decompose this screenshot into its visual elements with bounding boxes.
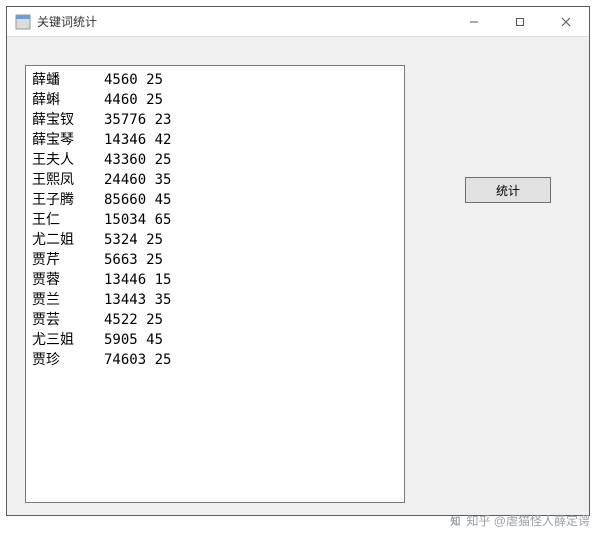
list-item-name: 贾兰 (32, 290, 104, 310)
screenshot-root: 关键词统计 薛蟠4560 25薛蝌4460 25薛宝钗35776 23薛宝琴14… (0, 0, 600, 533)
list-item[interactable]: 贾兰13443 35 (32, 290, 398, 310)
list-item[interactable]: 王熙凤24460 35 (32, 170, 398, 190)
app-window: 关键词统计 薛蟠4560 25薛蝌4460 25薛宝钗35776 23薛宝琴14… (6, 6, 590, 516)
list-item-name: 贾芹 (32, 250, 104, 270)
list-item-name: 薛蝌 (32, 90, 104, 110)
list-item[interactable]: 王子腾85660 45 (32, 190, 398, 210)
close-button[interactable] (543, 7, 589, 37)
list-item-values: 85660 45 (104, 190, 398, 210)
list-item-name: 贾珍 (32, 350, 104, 370)
minimize-button[interactable] (451, 7, 497, 37)
list-item[interactable]: 贾芸4522 25 (32, 310, 398, 330)
list-item-values: 5324 25 (104, 230, 398, 250)
list-item[interactable]: 尤三姐5905 45 (32, 330, 398, 350)
list-item[interactable]: 薛蝌4460 25 (32, 90, 398, 110)
list-item-values: 14346 42 (104, 130, 398, 150)
list-item[interactable]: 薛宝钗35776 23 (32, 110, 398, 130)
list-item-values: 13443 35 (104, 290, 398, 310)
list-item-values: 4460 25 (104, 90, 398, 110)
list-item-name: 薛宝琴 (32, 130, 104, 150)
list-item-values: 43360 25 (104, 150, 398, 170)
stat-button-label: 统计 (496, 182, 520, 199)
list-item-values: 13446 15 (104, 270, 398, 290)
list-item-values: 15034 65 (104, 210, 398, 230)
list-item[interactable]: 薛蟠4560 25 (32, 70, 398, 90)
list-item[interactable]: 贾珍74603 25 (32, 350, 398, 370)
list-item-name: 薛宝钗 (32, 110, 104, 130)
list-item-name: 薛蟠 (32, 70, 104, 90)
list-item[interactable]: 贾芹5663 25 (32, 250, 398, 270)
maximize-icon (515, 17, 525, 27)
list-item-name: 贾芸 (32, 310, 104, 330)
list-item-name: 贾蓉 (32, 270, 104, 290)
stat-button[interactable]: 统计 (465, 177, 551, 203)
titlebar: 关键词统计 (7, 7, 589, 37)
list-item-values: 5905 45 (104, 330, 398, 350)
list-item-values: 35776 23 (104, 110, 398, 130)
list-item[interactable]: 薛宝琴14346 42 (32, 130, 398, 150)
list-item-name: 王夫人 (32, 150, 104, 170)
client-area: 薛蟠4560 25薛蝌4460 25薛宝钗35776 23薛宝琴14346 42… (7, 37, 589, 515)
list-item-values: 74603 25 (104, 350, 398, 370)
watermark-text: 知乎 @虐猫怪人薛定谔 (466, 512, 590, 529)
maximize-button[interactable] (497, 7, 543, 37)
list-item-name: 尤三姐 (32, 330, 104, 350)
list-item-name: 王子腾 (32, 190, 104, 210)
list-item[interactable]: 贾蓉13446 15 (32, 270, 398, 290)
window-title: 关键词统计 (37, 13, 97, 30)
list-item-values: 4560 25 (104, 70, 398, 90)
keyword-listbox[interactable]: 薛蟠4560 25薛蝌4460 25薛宝钗35776 23薛宝琴14346 42… (25, 65, 405, 503)
watermark: 知 知乎 @虐猫怪人薛定谔 (448, 512, 590, 529)
list-item-values: 5663 25 (104, 250, 398, 270)
list-item-name: 尤二姐 (32, 230, 104, 250)
close-icon (561, 17, 571, 27)
list-item[interactable]: 王仁15034 65 (32, 210, 398, 230)
list-item-name: 王仁 (32, 210, 104, 230)
list-item-name: 王熙凤 (32, 170, 104, 190)
list-item[interactable]: 尤二姐5324 25 (32, 230, 398, 250)
list-item-values: 4522 25 (104, 310, 398, 330)
app-icon (15, 14, 31, 30)
list-item-values: 24460 35 (104, 170, 398, 190)
minimize-icon (469, 17, 479, 27)
list-item[interactable]: 王夫人43360 25 (32, 150, 398, 170)
zhihu-icon: 知 (448, 514, 462, 528)
